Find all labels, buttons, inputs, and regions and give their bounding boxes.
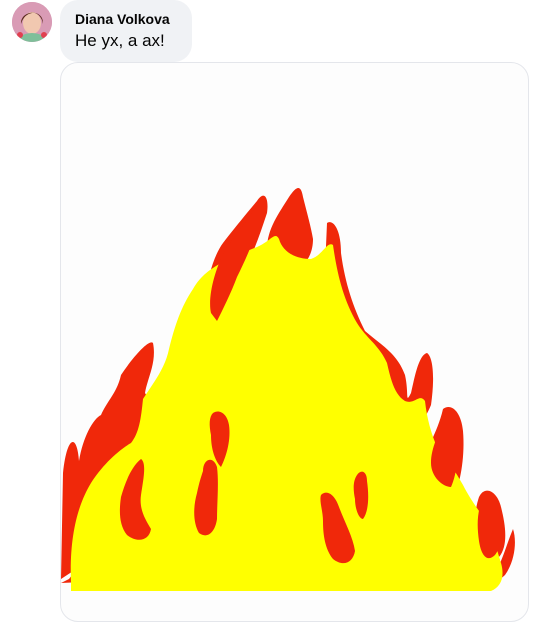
avatar-photo-icon xyxy=(12,2,52,42)
avatar[interactable] xyxy=(12,2,52,42)
comment-author[interactable]: Diana Volkova xyxy=(75,10,180,28)
fire-drawing-icon xyxy=(61,188,515,591)
comment-image-attachment[interactable] xyxy=(60,62,529,622)
comment-bubble: Diana Volkova Не ух, а ах! xyxy=(60,0,192,62)
comment-text: Не ух, а ах! xyxy=(75,31,165,50)
